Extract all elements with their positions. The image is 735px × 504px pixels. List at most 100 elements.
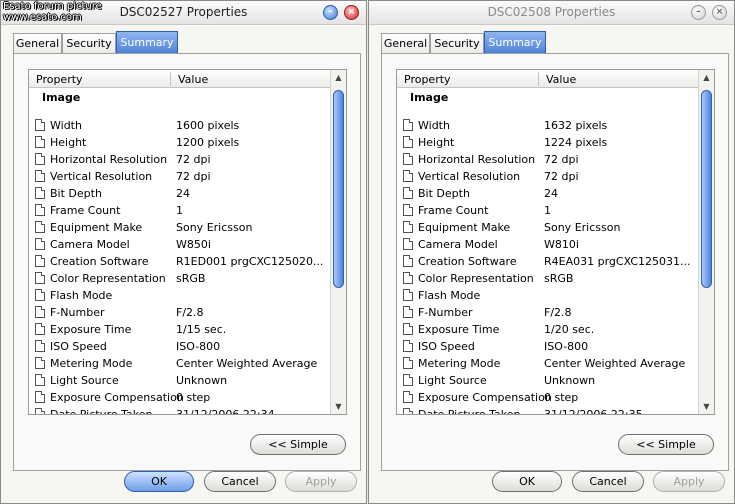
title-bar[interactable]: Esato forum picture www.esato.com DSC025… [1, 1, 366, 25]
cancel-button[interactable]: Cancel [204, 471, 276, 492]
property-value: Center Weighted Average [544, 357, 686, 370]
property-value: sRGB [544, 272, 574, 285]
property-name: Exposure Time [418, 323, 500, 336]
property-row[interactable]: Equipment Make Sony Ericsson [397, 219, 699, 236]
simple-button[interactable]: << Simple [618, 434, 714, 455]
property-value: 1224 pixels [544, 136, 608, 149]
list-header: Property Value [29, 70, 331, 88]
tab-general[interactable]: General [381, 33, 430, 54]
tab-security[interactable]: Security [62, 33, 116, 54]
property-row[interactable]: Height 1224 pixels [397, 134, 699, 151]
scroll-up-icon[interactable]: ▲ [331, 70, 346, 85]
property-row[interactable]: Width 1632 pixels [397, 117, 699, 134]
property-row[interactable]: Vertical Resolution 72 dpi [29, 168, 331, 185]
property-row[interactable]: Bit Depth 24 [397, 185, 699, 202]
file-icon [403, 391, 413, 403]
scroll-up-icon[interactable]: ▲ [699, 70, 714, 85]
column-header-property[interactable]: Property [404, 73, 451, 86]
close-icon: × [347, 7, 356, 17]
ok-button[interactable]: OK [124, 471, 194, 492]
close-button[interactable]: × [712, 5, 727, 20]
column-header-value[interactable]: Value [546, 73, 576, 86]
title-bar[interactable]: DSC02508 Properties – × [369, 1, 734, 25]
property-name: Height [418, 136, 455, 149]
property-row[interactable]: Horizontal Resolution 72 dpi [29, 151, 331, 168]
simple-button[interactable]: << Simple [250, 434, 346, 455]
minimize-button[interactable]: – [323, 5, 338, 20]
property-value: 1200 pixels [176, 136, 240, 149]
vertical-scrollbar[interactable]: ▲ ▼ [698, 70, 714, 414]
property-list[interactable]: Property Value Image Width 1600 pixels Hei… [28, 69, 347, 415]
column-divider[interactable] [538, 72, 539, 86]
property-row[interactable]: Height 1200 pixels [29, 134, 331, 151]
tab-security[interactable]: Security [430, 33, 484, 54]
scroll-thumb[interactable] [701, 90, 712, 288]
column-header-property[interactable]: Property [36, 73, 83, 86]
property-name: Camera Model [418, 238, 498, 251]
property-row[interactable]: Frame Count 1 [397, 202, 699, 219]
minimize-button[interactable]: – [691, 5, 706, 20]
column-divider[interactable] [170, 72, 171, 86]
property-row[interactable]: Exposure Compensation 0 step [29, 389, 331, 406]
apply-button: Apply [285, 471, 357, 492]
property-row[interactable]: Exposure Time 1/20 sec. [397, 321, 699, 338]
property-row[interactable]: Color Representation sRGB [29, 270, 331, 287]
property-row[interactable]: Flash Mode [397, 287, 699, 304]
property-row[interactable]: Exposure Compensation 0 step [397, 389, 699, 406]
tab-general[interactable]: General [13, 33, 62, 54]
property-row[interactable]: ISO Speed ISO-800 [29, 338, 331, 355]
property-row[interactable]: Date Picture Taken 31/12/2006 22:35 [397, 406, 699, 414]
ok-button[interactable]: OK [492, 471, 562, 492]
property-row[interactable]: Color Representation sRGB [397, 270, 699, 287]
column-header-value[interactable]: Value [178, 73, 208, 86]
vertical-scrollbar[interactable]: ▲ ▼ [330, 70, 346, 414]
property-row[interactable]: ISO Speed ISO-800 [397, 338, 699, 355]
property-row[interactable]: Flash Mode [29, 287, 331, 304]
scroll-down-icon[interactable]: ▼ [331, 399, 346, 414]
property-name: Metering Mode [418, 357, 501, 370]
property-row[interactable]: Equipment Make Sony Ericsson [29, 219, 331, 236]
property-row[interactable]: Metering Mode Center Weighted Average [29, 355, 331, 372]
property-row[interactable]: F-Number F/2.8 [397, 304, 699, 321]
property-name: ISO Speed [50, 340, 107, 353]
property-name: F-Number [50, 306, 105, 319]
cancel-button[interactable]: Cancel [572, 471, 644, 492]
scroll-thumb[interactable] [333, 90, 344, 288]
property-row[interactable]: Width 1600 pixels [29, 117, 331, 134]
property-row[interactable]: F-Number F/2.8 [29, 304, 331, 321]
property-value: Unknown [544, 374, 596, 387]
property-name: Equipment Make [418, 221, 511, 234]
file-icon [35, 187, 45, 199]
property-row[interactable]: Frame Count 1 [29, 202, 331, 219]
property-row[interactable]: Creation Software R1ED001 prgCXC125020... [29, 253, 331, 270]
property-row[interactable]: Horizontal Resolution 72 dpi [397, 151, 699, 168]
apply-button: Apply [653, 471, 725, 492]
property-row[interactable]: Exposure Time 1/15 sec. [29, 321, 331, 338]
property-name: Frame Count [50, 204, 121, 217]
property-value: W850i [176, 238, 211, 251]
property-row[interactable]: Light Source Unknown [397, 372, 699, 389]
property-row[interactable]: Camera Model W850i [29, 236, 331, 253]
file-icon [403, 272, 413, 284]
property-name: Bit Depth [418, 187, 470, 200]
property-row[interactable]: Light Source Unknown [29, 372, 331, 389]
file-icon [35, 323, 45, 335]
property-name: Horizontal Resolution [50, 153, 168, 166]
property-row[interactable]: Date Picture Taken 31/12/2006 22:34 [29, 406, 331, 414]
property-row[interactable]: Creation Software R4EA031 prgCXC125031... [397, 253, 699, 270]
group-heading-image: Image [410, 91, 449, 104]
tab-summary[interactable]: Summary [116, 31, 178, 54]
file-icon [403, 340, 413, 352]
property-row[interactable]: Vertical Resolution 72 dpi [397, 168, 699, 185]
property-row[interactable]: Metering Mode Center Weighted Average [397, 355, 699, 372]
file-icon [403, 170, 413, 182]
tab-summary[interactable]: Summary [484, 31, 546, 54]
scroll-down-icon[interactable]: ▼ [699, 399, 714, 414]
property-row[interactable]: Camera Model W810i [397, 236, 699, 253]
property-list[interactable]: Property Value Image Width 1632 pixels Hei… [396, 69, 715, 415]
property-value: 1 [176, 204, 183, 217]
property-name: Vertical Resolution [418, 170, 521, 183]
close-icon: × [715, 7, 724, 17]
close-button[interactable]: × [344, 5, 359, 20]
property-row[interactable]: Bit Depth 24 [29, 185, 331, 202]
